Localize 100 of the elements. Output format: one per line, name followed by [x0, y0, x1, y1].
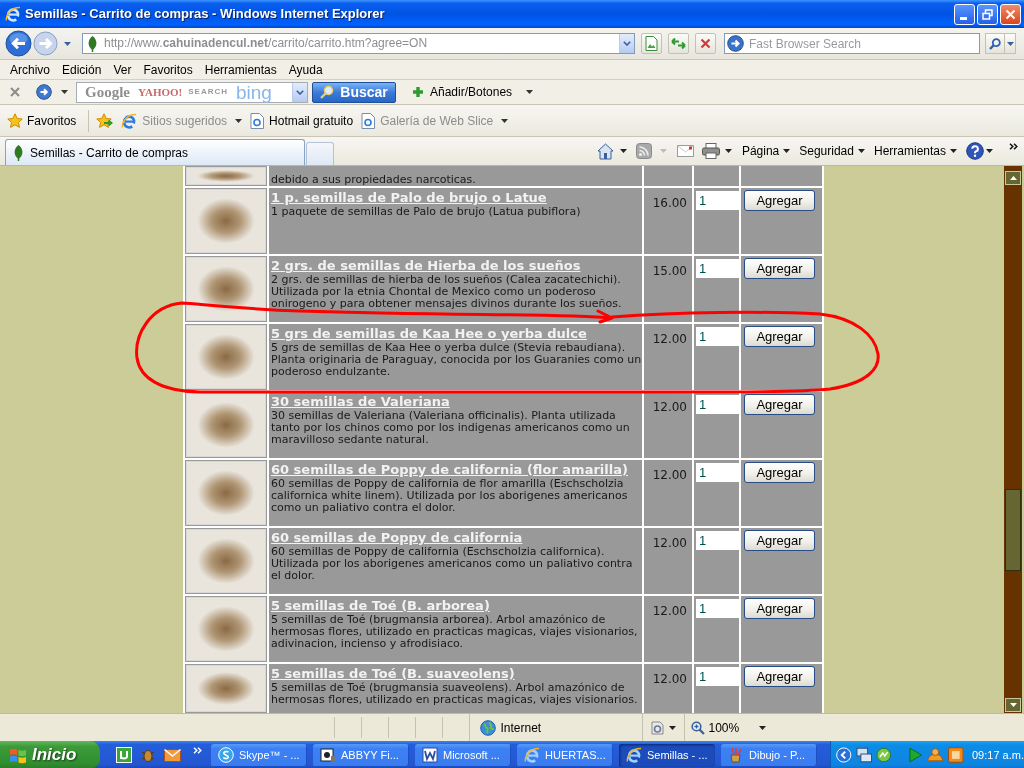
menu-item[interactable]: Ver [111, 61, 134, 78]
envelope-icon[interactable] [164, 748, 181, 762]
restore-button[interactable] [977, 3, 998, 25]
feeds-button[interactable] [635, 143, 667, 159]
taskbar-button[interactable]: Dibujo - P... [721, 743, 817, 767]
url-text: http://www.cahuinadencul.net/carrito/carrito.htm?agree=ON [104, 36, 428, 51]
scroll-thumb[interactable] [1005, 489, 1021, 571]
quantity-field[interactable]: 1 [696, 327, 739, 346]
command-menu[interactable]: Herramientas [873, 142, 957, 160]
person-icon[interactable] [927, 747, 944, 763]
square-app-icon[interactable] [116, 747, 132, 763]
quantity-field[interactable]: 1 [696, 667, 739, 686]
menu-item[interactable]: Archivo [8, 61, 52, 78]
scrollbar[interactable] [1004, 166, 1022, 713]
product-description: 5 semillas de Toé (brugmansia arborea). Arbol amazónico de hermosas flores, utilizado en practicas magicas, viajes visionarios, adivinacion, incienso y afrodisiaco. [271, 614, 639, 650]
taskbar-button[interactable]: Microsoft ... [415, 743, 511, 767]
close-button[interactable] [1000, 3, 1021, 25]
address-dropdown-button[interactable] [619, 34, 634, 53]
bug-icon[interactable] [140, 747, 156, 763]
help-button[interactable] [966, 142, 993, 160]
chevron-icon[interactable] [1009, 142, 1018, 150]
menu-item[interactable]: Edición [60, 61, 104, 78]
command-menu[interactable]: Página [741, 142, 791, 160]
globe-icon [479, 719, 496, 736]
add-button[interactable]: Agregar [744, 190, 815, 211]
clock-text: 09:17 a.m. [972, 747, 1024, 763]
menu-item[interactable]: Ayuda [286, 61, 325, 78]
menu-item[interactable]: Herramientas [202, 61, 279, 78]
protected-mode-button[interactable] [648, 719, 676, 736]
add-button[interactable]: Agregar [744, 666, 815, 687]
start-button[interactable]: Inicio [0, 741, 100, 768]
search-field[interactable]: Fast Browser Search [724, 33, 980, 54]
stop-button[interactable] [695, 33, 716, 54]
computer-icon[interactable] [855, 747, 872, 763]
product-description: 5 semillas de Toé (brugmansia suaveolens). Arbol amazónico de hermosas flores, utilizado en practicas magicas, viajes visionarios. [271, 682, 639, 706]
back-button[interactable] [5, 30, 32, 57]
arrow-circle-icon[interactable] [36, 84, 52, 100]
caret-icon [668, 725, 676, 730]
up-arrow-icon [1009, 176, 1017, 180]
quantity-field[interactable]: 1 [696, 395, 739, 414]
quantity-field[interactable]: 1 [696, 531, 739, 550]
zoom-button[interactable]: 100% [690, 718, 767, 737]
browser-icon [121, 112, 138, 129]
search-engine-field[interactable]: Google YAHOO! SEARCH bing [76, 81, 308, 103]
home-button[interactable] [596, 142, 627, 160]
favorites-link[interactable]: Hotmail gratuito [250, 111, 354, 130]
quantity-field[interactable]: 1 [696, 259, 739, 278]
scroll-down-button[interactable] [1005, 698, 1021, 712]
chat-icon [218, 747, 234, 763]
taskbar-button[interactable]: Semillas - ... [619, 743, 715, 767]
left-arrow-circle-icon[interactable] [836, 747, 852, 763]
chevron-down-icon [623, 41, 631, 46]
add-button[interactable]: Agregar [744, 326, 815, 347]
compatibility-button[interactable] [641, 33, 662, 54]
arrow-circle-icon [727, 35, 744, 52]
tile-icon[interactable] [947, 747, 963, 763]
caret-icon [619, 149, 627, 153]
signal-icon[interactable] [875, 747, 892, 763]
product-description: 30 semillas de Valeriana (Valeriana officinalis). Planta utilizada tanto por los chinos como por los indigenas americanos como un maravilloso sedante natural. [271, 410, 631, 446]
add-button[interactable]: Agregar [744, 462, 815, 483]
refresh-icon [671, 37, 686, 50]
taskbar-button[interactable]: ABBYY Fi... [313, 743, 409, 767]
caret-icon [986, 149, 993, 153]
taskbar-button[interactable]: HUERTAS... [517, 743, 613, 767]
search-button[interactable]: Buscar [312, 81, 396, 103]
command-menu[interactable]: Seguridad [799, 142, 865, 160]
price-text: 12.00 [652, 536, 687, 550]
product-description: 60 semillas de Poppy de california (Eschscholzia californica). Utilizada por los aborigenes americanos como un paliativo contra el dolor. [271, 546, 634, 582]
add-buttons-button[interactable]: Añadir/Botones [412, 83, 534, 101]
engine-logo: YAHOO! [138, 85, 183, 99]
scroll-up-button[interactable] [1005, 171, 1021, 185]
engine-dropdown-button[interactable] [292, 82, 307, 102]
quantity-field[interactable]: 1 [696, 191, 739, 210]
quantity-field[interactable]: 1 [696, 599, 739, 618]
add-button[interactable]: Agregar [744, 598, 815, 619]
close-icon [1005, 8, 1016, 20]
tab[interactable]: Semillas - Carrito de compras [5, 139, 305, 165]
add-button[interactable]: Agregar [744, 530, 815, 551]
add-button[interactable]: Agregar [744, 394, 815, 415]
caret-icon [526, 90, 534, 94]
caret-icon [501, 118, 509, 123]
taskbar-button[interactable]: Skype™ - ... [211, 743, 307, 767]
close-icon[interactable] [10, 87, 20, 97]
add-button[interactable]: Agregar [744, 258, 815, 279]
search-button[interactable] [985, 33, 1005, 54]
print-button[interactable] [701, 143, 732, 159]
mail-icon[interactable] [676, 145, 694, 157]
favorites-button[interactable]: Favoritos [7, 111, 77, 130]
minimize-button[interactable] [954, 3, 975, 25]
plus-icon [412, 86, 424, 98]
search-input[interactable]: Fast Browser Search [749, 35, 979, 52]
refresh-button[interactable] [668, 33, 689, 54]
add-favorite-icon[interactable] [96, 112, 114, 129]
product-description: 5 grs de semillas de Kaa Hee o yerba dulce (Stevia rebaudiana). Planta originaria de Paraguay, conocida por los Guaranies como un poderoso endulzante. [271, 342, 642, 378]
price-text: 12.00 [652, 400, 687, 414]
menu-item[interactable]: Favoritos [141, 61, 195, 78]
price-text: 16.00 [652, 196, 687, 210]
search-options-button[interactable] [1005, 33, 1016, 54]
caret-icon [857, 149, 865, 153]
quantity-field[interactable]: 1 [696, 463, 739, 482]
